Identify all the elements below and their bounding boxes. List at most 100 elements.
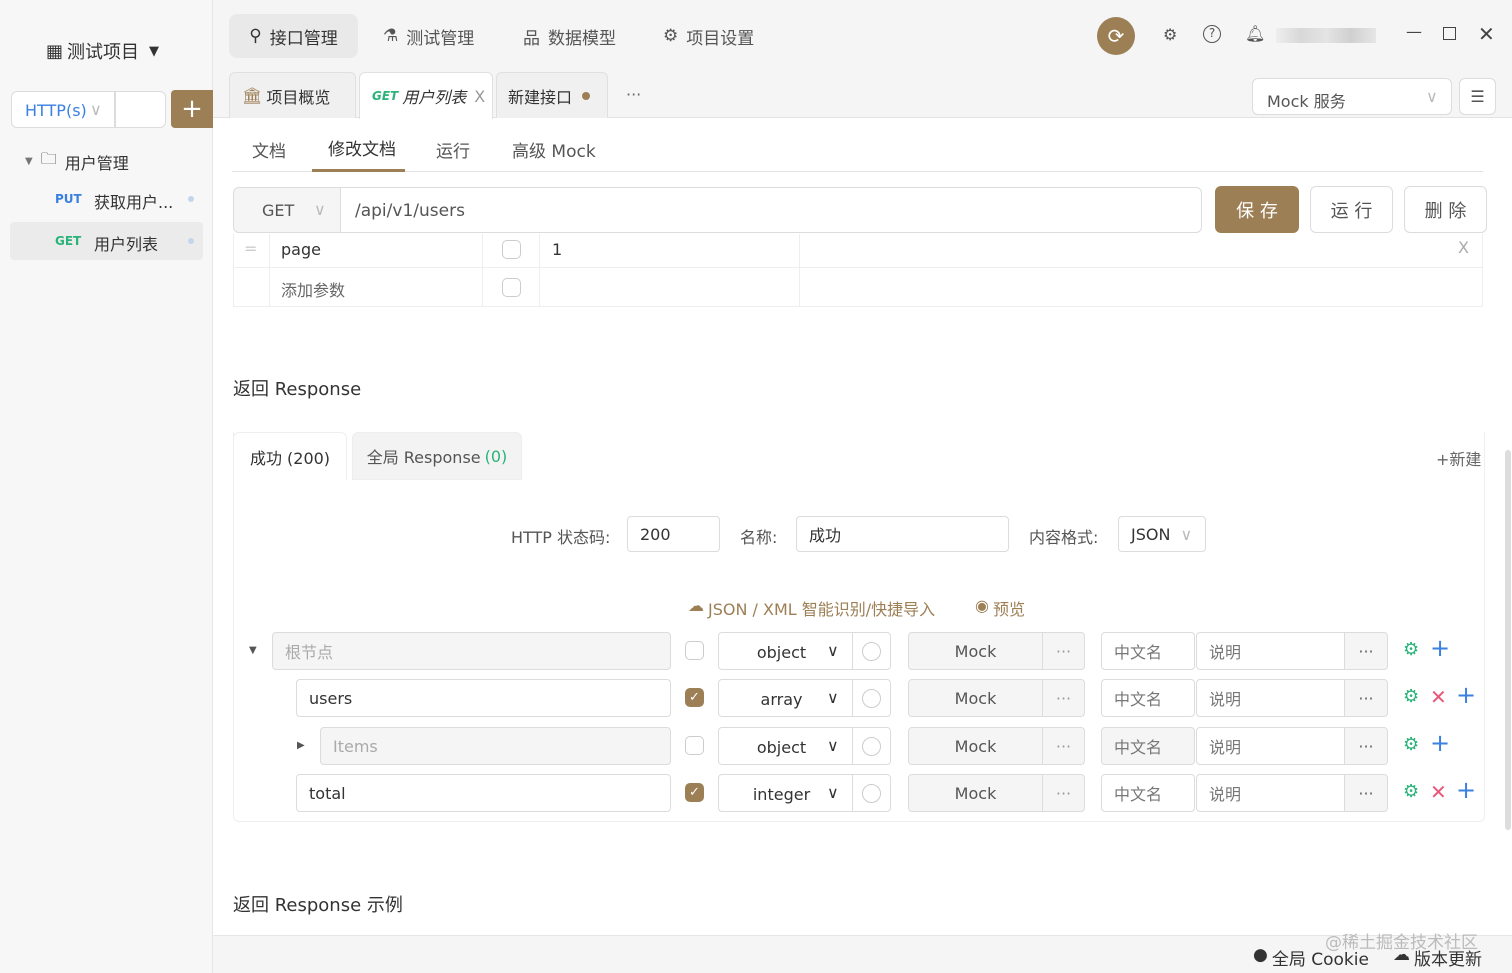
drag-handle-icon[interactable]: = — [244, 239, 257, 258]
type-select[interactable]: object ∨ — [718, 632, 853, 670]
content-format-select[interactable]: JSON ∨ — [1118, 516, 1206, 552]
mock-more-button[interactable]: ··· — [1042, 632, 1085, 670]
type-select[interactable]: object ∨ — [718, 727, 853, 765]
global-cookie-button[interactable]: ● 全局 Cookie — [1253, 945, 1369, 970]
description-input[interactable]: 说明 — [1196, 727, 1345, 765]
gear-icon[interactable]: ⚙ — [1403, 639, 1419, 660]
tab-response-success[interactable]: 成功 (200) — [233, 432, 347, 480]
user-avatar[interactable] — [1276, 28, 1376, 43]
add-field-icon[interactable]: + — [1456, 776, 1476, 804]
add-field-icon[interactable]: + — [1456, 681, 1476, 709]
response-name-input[interactable]: 成功 — [796, 516, 1009, 552]
nav-test-management[interactable]: ⚗ 测试管理 — [383, 14, 474, 58]
mock-more-button[interactable]: ··· — [1042, 679, 1085, 717]
sync-button[interactable]: ⟳ — [1097, 17, 1135, 55]
subtab-run[interactable]: 运行 — [436, 137, 470, 162]
mock-more-button[interactable]: ··· — [1042, 774, 1085, 812]
required-checkbox[interactable]: ✓ — [685, 688, 704, 707]
gear-icon[interactable]: ⚙ — [1403, 686, 1419, 707]
tab-overview[interactable]: 🏛︎ 项目概览 — [229, 72, 356, 118]
add-param-input[interactable]: 添加参数 — [281, 277, 345, 301]
bell-icon[interactable]: 🔔︎ — [1245, 24, 1265, 43]
nav-api-management[interactable]: ⚲ 接口管理 — [229, 14, 358, 58]
protocol-select[interactable]: HTTP(s) ∨ — [11, 91, 115, 128]
sidebar-item-get-user[interactable]: PUT 获取用户... — [10, 180, 203, 218]
version-update-button[interactable]: ☁ 版本更新 — [1393, 945, 1482, 970]
nav-data-model[interactable]: 品数据模型 — [523, 14, 616, 58]
delete-field-icon[interactable]: ✕ — [1430, 780, 1447, 804]
chinese-name-input[interactable]: 中文名 — [1101, 727, 1195, 765]
expand-toggle-icon[interactable]: ▶ — [297, 740, 305, 751]
remove-param-icon[interactable]: X — [1458, 238, 1469, 257]
maximize-icon[interactable] — [1443, 27, 1456, 40]
description-input[interactable]: 说明 — [1196, 679, 1345, 717]
close-tab-icon[interactable]: X — [474, 87, 485, 106]
nullable-toggle[interactable] — [852, 632, 891, 670]
param-value[interactable]: 1 — [552, 240, 562, 259]
add-field-icon[interactable]: + — [1430, 634, 1450, 662]
expand-toggle-icon[interactable]: ▼ — [249, 645, 257, 656]
tab-new-api[interactable]: 新建接口 — [496, 72, 608, 118]
tab-user-list[interactable]: GET 用户列表 X — [359, 72, 493, 119]
mock-service-select[interactable]: Mock 服务 ∨ — [1252, 78, 1452, 115]
settings-icon[interactable]: ⚙ — [1163, 25, 1177, 44]
project-switcher[interactable]: ▦ 测试项目 ▼ — [46, 38, 159, 64]
gear-icon[interactable]: ⚙ — [1403, 734, 1419, 755]
subtab-advanced-mock[interactable]: 高级 Mock — [512, 137, 596, 162]
description-more-button[interactable]: ··· — [1344, 774, 1388, 812]
minimize-icon[interactable]: — — [1406, 22, 1422, 41]
nullable-toggle[interactable] — [852, 774, 891, 812]
scrollbar[interactable] — [1505, 450, 1511, 830]
url-input[interactable]: /api/v1/users — [340, 187, 1202, 233]
save-button[interactable]: 保 存 — [1215, 186, 1299, 233]
mock-input[interactable]: Mock — [908, 727, 1043, 765]
param-required-checkbox[interactable] — [502, 278, 521, 297]
param-required-checkbox[interactable] — [502, 240, 521, 259]
subtab-doc[interactable]: 文档 — [252, 137, 286, 162]
mock-input[interactable]: Mock — [908, 774, 1043, 812]
sidebar-item-user-list[interactable]: GET 用户列表 — [10, 222, 203, 260]
run-button[interactable]: 运 行 — [1310, 186, 1393, 233]
new-response-button[interactable]: +新建 — [1436, 446, 1481, 470]
nullable-toggle[interactable] — [852, 679, 891, 717]
list-menu-button[interactable]: ☰ — [1459, 78, 1496, 115]
gear-icon[interactable]: ⚙ — [1403, 781, 1419, 802]
type-select[interactable]: array ∨ — [718, 679, 853, 717]
description-more-button[interactable]: ··· — [1344, 727, 1388, 765]
description-input[interactable]: 说明 — [1196, 632, 1345, 670]
tab-global-response[interactable]: 全局 Response (0) — [352, 432, 522, 480]
delete-button[interactable]: 删 除 — [1404, 186, 1487, 233]
description-more-button[interactable]: ··· — [1344, 632, 1388, 670]
field-name-input[interactable]: users — [296, 679, 671, 717]
chinese-name-input[interactable]: 中文名 — [1101, 632, 1195, 670]
required-checkbox[interactable] — [685, 641, 704, 660]
required-checkbox[interactable]: ✓ — [685, 783, 704, 802]
mock-input[interactable]: Mock — [908, 632, 1043, 670]
delete-field-icon[interactable]: ✕ — [1430, 685, 1447, 709]
add-field-icon[interactable]: + — [1430, 729, 1450, 757]
method-select[interactable]: GET ∨ — [233, 187, 341, 233]
chinese-name-input[interactable]: 中文名 — [1101, 774, 1195, 812]
nav-project-settings[interactable]: ⚙ 项目设置 — [663, 14, 754, 58]
mock-input[interactable]: Mock — [908, 679, 1043, 717]
nullable-toggle[interactable] — [852, 727, 891, 765]
preview-link[interactable]: ◉ 预览 — [975, 596, 1025, 620]
search-input[interactable] — [115, 91, 166, 128]
param-name[interactable]: page — [281, 240, 321, 259]
required-checkbox[interactable] — [685, 736, 704, 755]
status-code-input[interactable]: 200 — [627, 516, 720, 552]
close-window-icon[interactable]: ✕ — [1478, 22, 1495, 46]
folder-user-management[interactable]: ▼ 🗀 用户管理 — [25, 148, 129, 175]
add-button[interactable]: + — [171, 90, 213, 128]
type-select[interactable]: integer ∨ — [718, 774, 853, 812]
field-name-input[interactable]: total — [296, 774, 671, 812]
field-name-input[interactable]: Items — [320, 727, 671, 765]
description-more-button[interactable]: ··· — [1344, 679, 1388, 717]
description-input[interactable]: 说明 — [1196, 774, 1345, 812]
field-name-input[interactable]: 根节点 — [272, 632, 671, 670]
mock-more-button[interactable]: ··· — [1042, 727, 1085, 765]
subtab-edit-doc[interactable]: 修改文档 — [328, 135, 396, 160]
more-tabs-button[interactable]: ··· — [626, 85, 641, 104]
help-icon[interactable]: ? — [1203, 25, 1221, 43]
chinese-name-input[interactable]: 中文名 — [1101, 679, 1195, 717]
